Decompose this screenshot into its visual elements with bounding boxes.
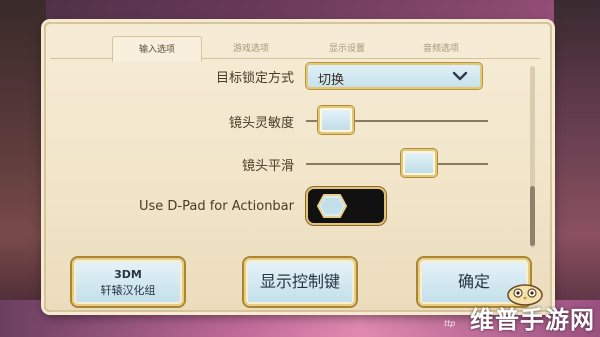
scrollbar-thumb[interactable]	[530, 186, 535, 246]
camera-smoothing-label: 镜头平滑	[241, 159, 294, 174]
chevron-down-icon	[452, 71, 468, 81]
target-lock-label: 目标锁定方式	[215, 71, 294, 86]
tab-display-settings[interactable]: 显示设置	[302, 36, 392, 62]
target-lock-dropdown[interactable]: 切换	[306, 63, 482, 89]
camera-sensitivity-thumb[interactable]	[317, 106, 354, 134]
watermark-url: ttp	[444, 319, 456, 328]
toggle-knob-icon	[316, 194, 348, 218]
credits-button[interactable]: 3DM 轩辕汉化组	[72, 258, 184, 306]
tab-game-options[interactable]: 游戏选项	[206, 36, 296, 62]
show-controls-button[interactable]: 显示控制键	[244, 258, 356, 306]
dpad-actionbar-toggle[interactable]	[306, 187, 386, 225]
camera-smoothing-track[interactable]	[306, 163, 488, 165]
watermark-text: 维普手游网	[470, 306, 595, 334]
tab-audio-options[interactable]: 音频选项	[396, 36, 486, 62]
target-lock-value: 切换	[318, 73, 345, 88]
tab-input-options[interactable]: 输入选项	[112, 36, 202, 62]
camera-smoothing-thumb[interactable]	[400, 149, 437, 177]
camera-sensitivity-label: 镜头灵敏度	[228, 116, 294, 131]
background-left-scenery	[0, 0, 46, 337]
credit-line2: 轩辕汉化组	[100, 284, 156, 297]
background-right-scenery	[554, 0, 600, 337]
credit-line1: 3DM	[114, 268, 142, 281]
dpad-actionbar-label: Use D-Pad for Actionbar	[138, 199, 294, 214]
